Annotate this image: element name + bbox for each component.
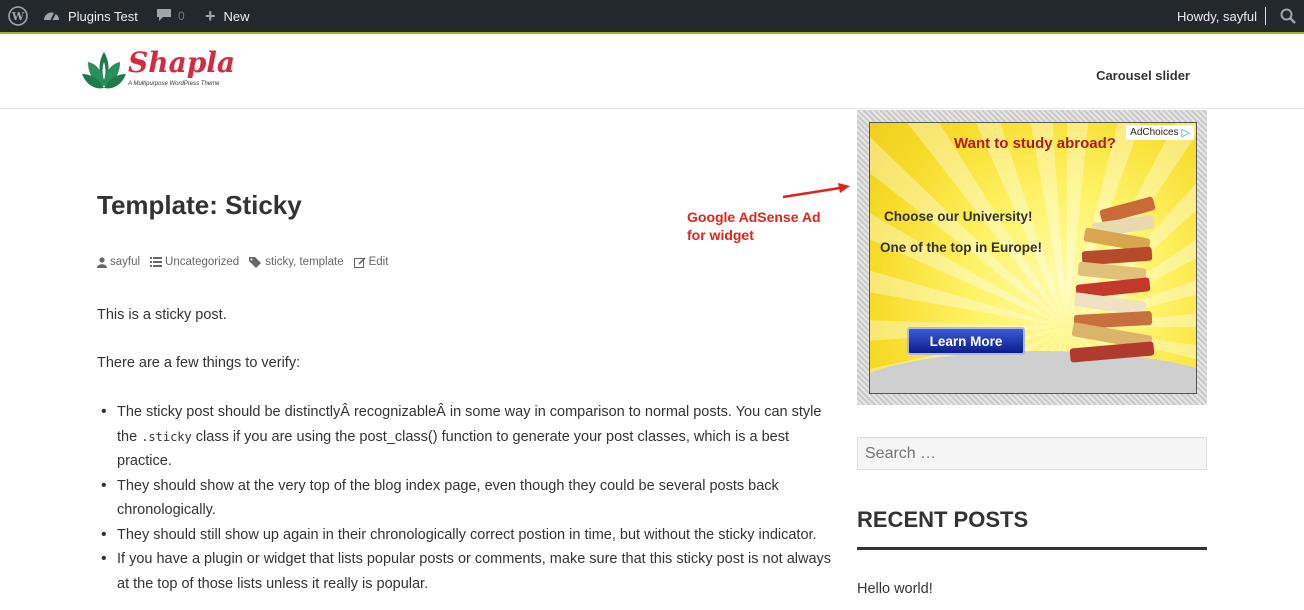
list-item: If you have a plugin or widget that list…	[101, 547, 833, 596]
author-link[interactable]: sayful	[97, 256, 140, 268]
list-item: They should still show up again in their…	[101, 523, 833, 548]
site-logo[interactable]: Shapla A Multipurpose WordPress Theme	[82, 46, 235, 94]
tags-list: sticky, template	[265, 256, 344, 268]
annotation-text: Google AdSense Ad for widget	[687, 208, 847, 244]
avatar	[1265, 7, 1266, 25]
logo-text: Shapla	[128, 46, 236, 79]
ad-banner[interactable]: AdChoices ▷ Want to study abroad? Choose…	[869, 122, 1197, 394]
annotation-line: for widget	[687, 227, 754, 243]
comments-count: 0	[178, 9, 185, 23]
list-item: They should show at the very top of the …	[101, 474, 833, 523]
adchoices-badge[interactable]: AdChoices ▷	[1126, 125, 1194, 140]
howdy-label: Howdy, sayful	[1177, 8, 1257, 24]
books-stack-icon	[1069, 193, 1180, 373]
category-link[interactable]: Uncategorized	[150, 256, 239, 268]
site-header: Shapla A Multipurpose WordPress Theme Ca…	[0, 34, 1304, 109]
wordpress-logo-icon[interactable]: W	[8, 0, 28, 32]
annotation-line: Google AdSense Ad	[687, 209, 821, 225]
post-paragraph: This is a sticky post.	[97, 307, 227, 323]
annotation-arrow-icon	[782, 183, 850, 199]
edit-link[interactable]: Edit	[353, 256, 389, 268]
site-name-label: Plugins Test	[68, 8, 138, 24]
tags-link[interactable]: sticky, template	[249, 256, 344, 268]
svg-text:W: W	[11, 10, 25, 23]
new-label: New	[223, 8, 250, 24]
learn-more-button[interactable]: Learn More	[907, 327, 1025, 355]
adminbar-search-icon[interactable]	[1280, 0, 1296, 32]
edit-icon	[353, 256, 366, 268]
author-name: sayful	[110, 256, 141, 268]
tags-icon	[249, 256, 262, 268]
list-item: The sticky post should be distinctlyÂ re…	[101, 400, 833, 474]
search-input[interactable]	[857, 437, 1207, 470]
list-icon	[150, 257, 163, 267]
comments-link[interactable]: 0	[156, 0, 185, 32]
inline-code: .sticky	[141, 429, 192, 444]
category-name: Uncategorized	[165, 256, 240, 268]
divider	[857, 547, 1207, 550]
adchoices-icon: ▷	[1181, 127, 1190, 139]
dashboard-icon	[43, 8, 60, 25]
new-content-link[interactable]: + New	[205, 0, 250, 32]
user-icon	[97, 256, 107, 268]
comment-icon	[156, 8, 172, 25]
post-paragraph: There are a few things to verify:	[97, 355, 301, 371]
list-item-text: class if you are using the post_class() …	[117, 428, 789, 470]
adsense-widget: AdChoices ▷ Want to study abroad? Choose…	[857, 110, 1207, 405]
logo-tagline: A Multipurpose WordPress Theme	[128, 81, 220, 87]
post-title: Template: Sticky	[97, 190, 302, 220]
ad-text-line: Choose our University!	[884, 209, 1033, 224]
post-list: The sticky post should be distinctlyÂ re…	[101, 400, 833, 596]
site-name-link[interactable]: Plugins Test	[43, 0, 138, 32]
recent-posts-heading: RECENT POSTS	[857, 507, 1029, 532]
admin-bar: W Plugins Test 0 + New Howdy, sayful	[0, 0, 1304, 32]
plus-icon: +	[205, 5, 216, 26]
post-meta: sayful Uncategorized sticky, template Ed…	[97, 256, 388, 268]
edit-label: Edit	[368, 256, 389, 268]
account-menu[interactable]: Howdy, sayful	[1177, 0, 1266, 32]
recent-post-link[interactable]: Hello world!	[857, 581, 933, 597]
ad-text-line: One of the top in Europe!	[880, 240, 1042, 255]
lotus-logo-icon	[82, 52, 126, 89]
ad-headline: Want to study abroad?	[954, 135, 1116, 152]
nav-item-carousel-slider[interactable]: Carousel slider	[1096, 68, 1190, 83]
adchoices-label: AdChoices	[1130, 127, 1179, 138]
